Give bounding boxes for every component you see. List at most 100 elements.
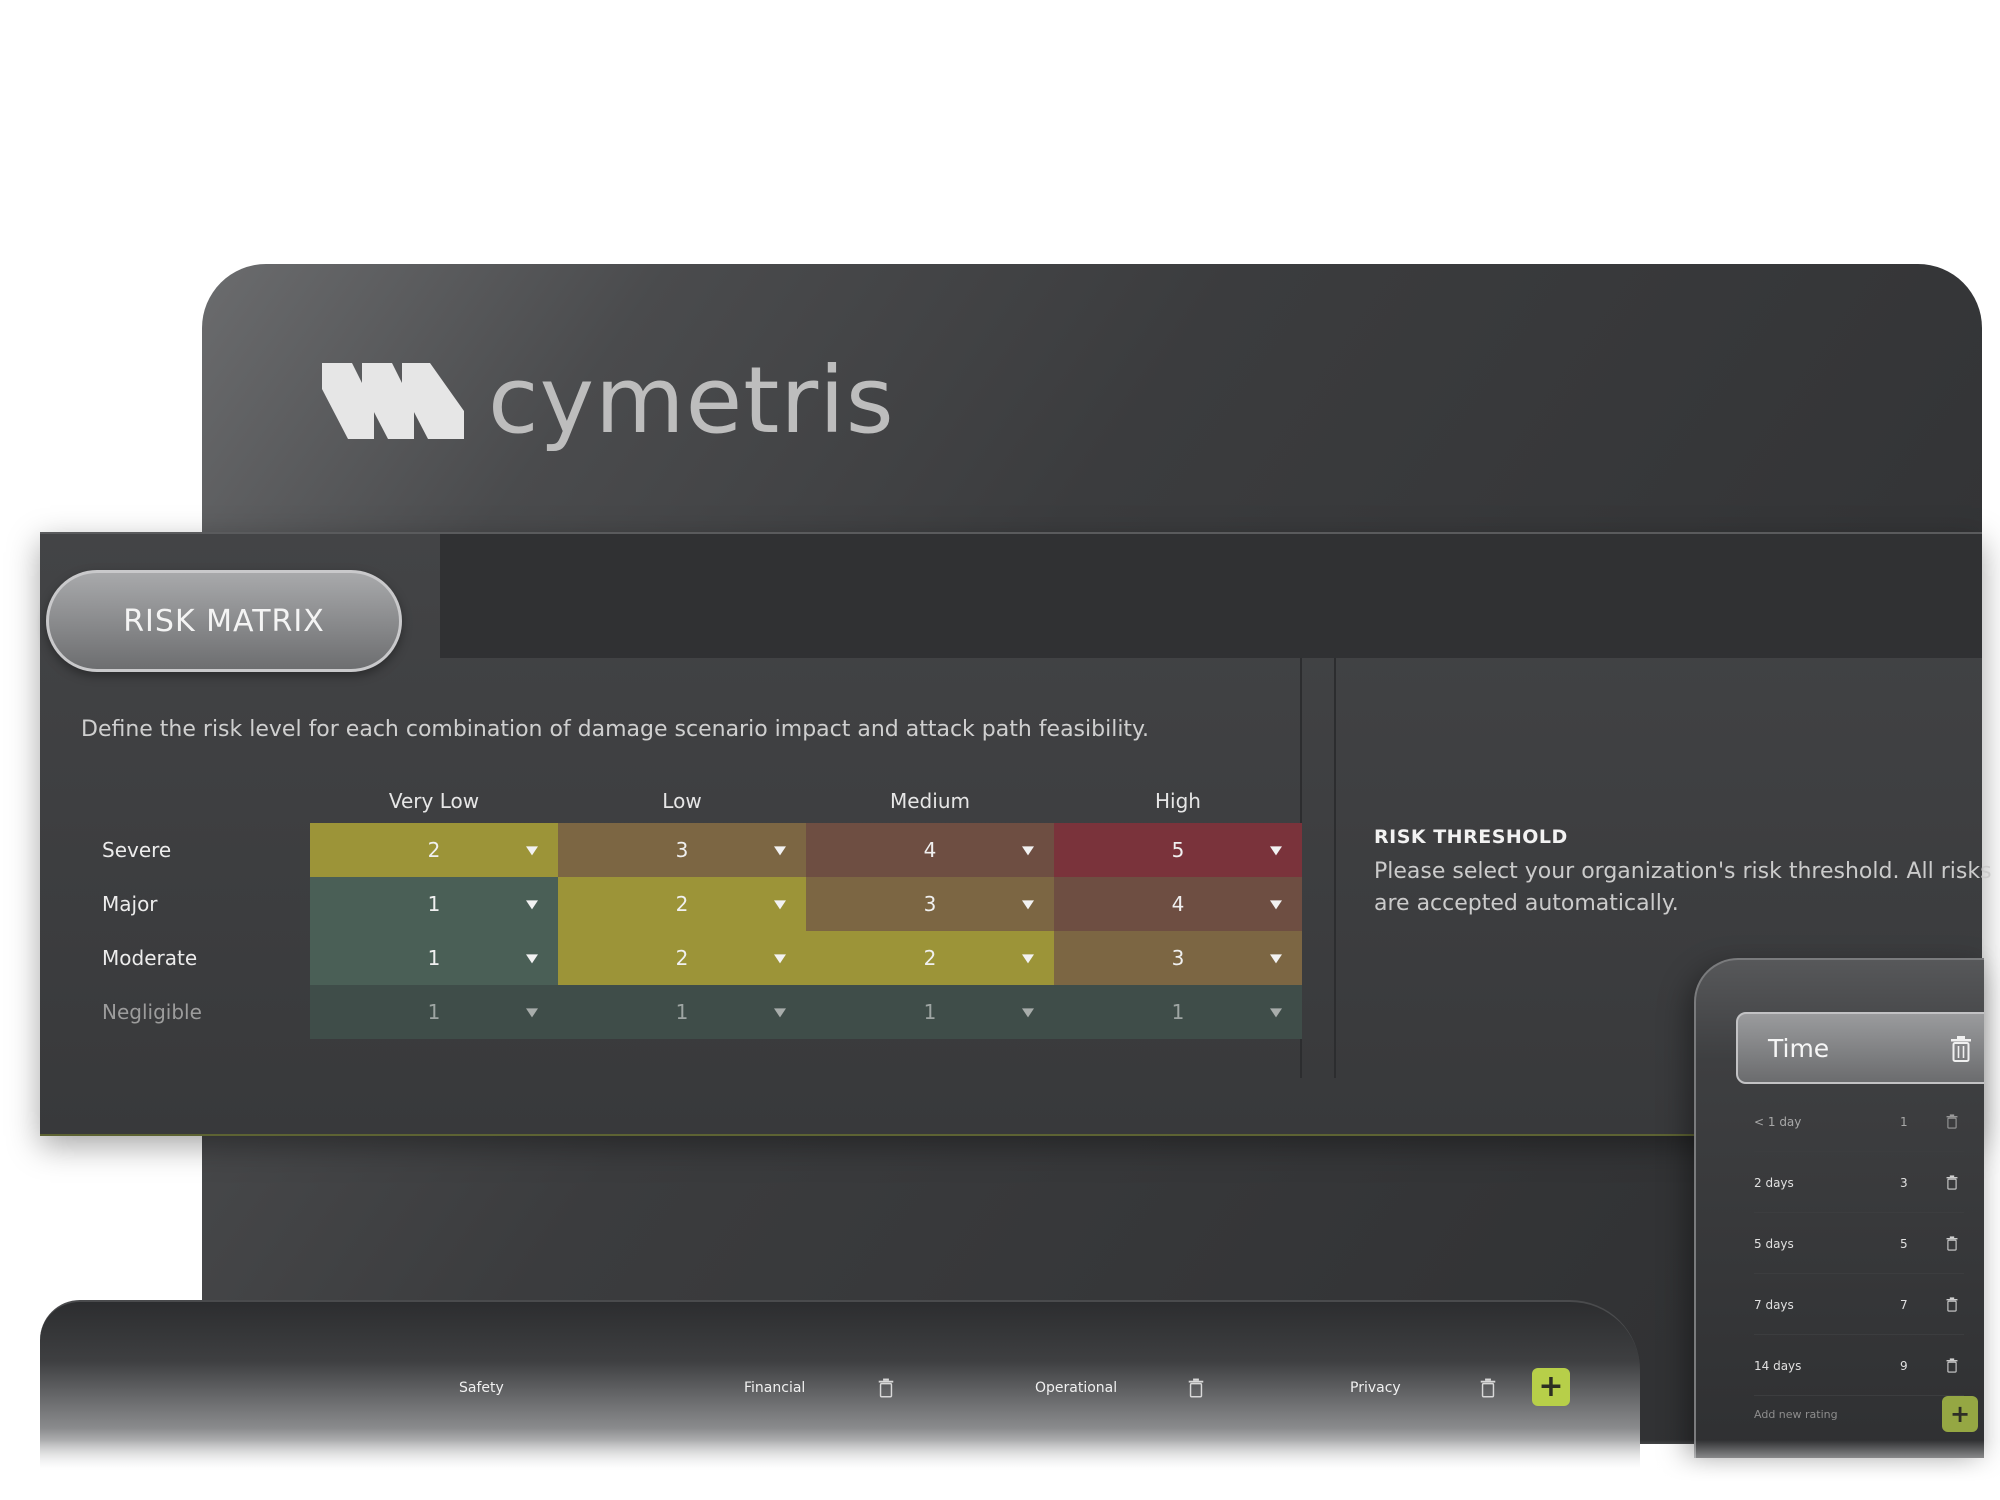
risk-level-select[interactable]: 5 xyxy=(1054,823,1302,877)
category-header[interactable]: Financial xyxy=(744,1380,805,1396)
dropdown-arrow-icon xyxy=(1270,900,1282,910)
risk-level-value: 2 xyxy=(675,946,689,970)
risk-threshold-title: RISK THRESHOLD xyxy=(1374,826,1568,848)
cymetris-logo-icon xyxy=(322,363,464,439)
time-rating-label: 14 days xyxy=(1754,1358,1802,1373)
risk-level-select[interactable]: 2 xyxy=(558,931,806,985)
risk-level-select[interactable]: 1 xyxy=(310,985,558,1039)
time-rating-label: < 1 day xyxy=(1754,1114,1802,1129)
dropdown-arrow-icon xyxy=(1270,846,1282,856)
bottom-fade xyxy=(0,1440,2000,1500)
risk-level-value: 2 xyxy=(675,892,689,916)
time-rating-value[interactable]: 3 xyxy=(1900,1176,1908,1190)
dropdown-arrow-icon xyxy=(1022,900,1034,910)
column-header: Low xyxy=(662,789,702,813)
add-category-button[interactable]: + xyxy=(1532,1368,1570,1406)
column-header: Very Low xyxy=(388,789,480,813)
risk-level-select[interactable]: 3 xyxy=(806,877,1054,931)
trash-icon[interactable] xyxy=(1950,1036,1972,1062)
time-rating-row: 2 days 3 xyxy=(1754,1153,1964,1213)
dropdown-arrow-icon xyxy=(1022,954,1034,964)
time-rating-label: 2 days xyxy=(1754,1175,1794,1190)
risk-level-value: 3 xyxy=(675,838,689,862)
risk-level-select[interactable]: 4 xyxy=(806,823,1054,877)
category-header[interactable]: Safety xyxy=(459,1380,504,1396)
risk-level-select[interactable]: 1 xyxy=(558,985,806,1039)
risk-level-select[interactable]: 1 xyxy=(1054,985,1302,1039)
time-rating-row: 5 days 5 xyxy=(1754,1214,1964,1274)
risk-matrix-panel: RISK MATRIX Define the risk level for ea… xyxy=(40,532,1992,1136)
risk-level-select[interactable]: 3 xyxy=(558,823,806,877)
time-rating-value[interactable]: 9 xyxy=(1900,1359,1908,1373)
risk-level-value: 1 xyxy=(427,946,441,970)
column-header: Medium xyxy=(890,789,970,813)
dropdown-arrow-icon xyxy=(526,846,538,856)
brand-name: cymetris xyxy=(488,347,895,454)
risk-level-value: 5 xyxy=(1171,838,1185,862)
time-rating-row: 14 days 9 xyxy=(1754,1336,1964,1396)
divider xyxy=(1334,658,1336,1078)
time-rating-value[interactable]: 5 xyxy=(1900,1237,1908,1251)
dropdown-arrow-icon xyxy=(526,1008,538,1018)
risk-level-value: 1 xyxy=(427,892,441,916)
risk-threshold-section: RISK THRESHOLD Please select your organi… xyxy=(1374,826,1992,920)
dropdown-arrow-icon xyxy=(1022,846,1034,856)
risk-level-select[interactable]: 2 xyxy=(310,823,558,877)
risk-threshold-text: Please select your organization's risk t… xyxy=(1374,859,1992,884)
trash-icon[interactable] xyxy=(1946,1175,1958,1190)
risk-matrix-description: Define the risk level for each combinati… xyxy=(81,717,1149,742)
dropdown-arrow-icon xyxy=(1270,954,1282,964)
risk-level-value: 2 xyxy=(427,838,441,862)
brand-logo: cymetris xyxy=(322,355,895,447)
time-rating-row: 7 days 7 xyxy=(1754,1275,1964,1335)
row-header: Severe xyxy=(102,838,172,862)
category-header[interactable]: Privacy xyxy=(1350,1380,1401,1396)
risk-level-select[interactable]: 1 xyxy=(806,985,1054,1039)
time-rating-value[interactable]: 7 xyxy=(1900,1298,1908,1312)
risk-level-value: 2 xyxy=(923,946,937,970)
row-header: Negligible xyxy=(102,1000,202,1024)
risk-level-value: 3 xyxy=(923,892,937,916)
add-rating-button[interactable]: + xyxy=(1942,1396,1978,1432)
time-category-title: Time xyxy=(1768,1033,1830,1063)
time-category-header[interactable]: Time xyxy=(1736,1012,1984,1084)
risk-level-value: 3 xyxy=(1171,946,1185,970)
panel-header-strip xyxy=(440,534,1982,658)
row-header: Moderate xyxy=(102,946,198,970)
trash-icon[interactable] xyxy=(1946,1114,1958,1129)
risk-level-select[interactable]: 4 xyxy=(1054,877,1302,931)
trash-icon[interactable] xyxy=(1946,1236,1958,1251)
trash-icon[interactable] xyxy=(1946,1297,1958,1312)
risk-level-select[interactable]: 1 xyxy=(310,877,558,931)
category-header[interactable]: Operational xyxy=(1035,1380,1117,1396)
risk-level-value: 1 xyxy=(675,1000,689,1024)
time-rating-panel: Time < 1 day 1 2 days 3 5 days 5 7 days … xyxy=(1694,958,1984,1458)
dropdown-arrow-icon xyxy=(774,846,786,856)
risk-level-select[interactable]: 2 xyxy=(806,931,1054,985)
risk-level-value: 1 xyxy=(923,1000,937,1024)
risk-level-select[interactable]: 2 xyxy=(558,877,806,931)
risk-level-value: 1 xyxy=(427,1000,441,1024)
trash-icon[interactable] xyxy=(878,1378,894,1398)
risk-level-value: 1 xyxy=(1171,1000,1185,1024)
risk-level-select[interactable]: 1 xyxy=(310,931,558,985)
dropdown-arrow-icon xyxy=(526,900,538,910)
risk-level-select[interactable]: 3 xyxy=(1054,931,1302,985)
time-rating-value[interactable]: 1 xyxy=(1900,1115,1908,1129)
dropdown-arrow-icon xyxy=(1270,1008,1282,1018)
risk-level-value: 4 xyxy=(1171,892,1185,916)
add-rating-placeholder: Add new rating xyxy=(1754,1407,1838,1421)
column-header: High xyxy=(1155,789,1201,813)
dropdown-arrow-icon xyxy=(774,900,786,910)
add-time-rating-input[interactable]: Add new rating + xyxy=(1754,1394,1978,1434)
trash-icon[interactable] xyxy=(1480,1378,1496,1398)
trash-icon[interactable] xyxy=(1188,1378,1204,1398)
risk-threshold-text: are accepted automatically. xyxy=(1374,891,1679,916)
dropdown-arrow-icon xyxy=(1022,1008,1034,1018)
risk-matrix-title: RISK MATRIX xyxy=(46,570,402,672)
time-rating-label: 7 days xyxy=(1754,1297,1794,1312)
row-header: Major xyxy=(102,892,158,916)
risk-level-value: 4 xyxy=(923,838,937,862)
time-rating-label: 5 days xyxy=(1754,1236,1794,1251)
trash-icon[interactable] xyxy=(1946,1358,1958,1373)
